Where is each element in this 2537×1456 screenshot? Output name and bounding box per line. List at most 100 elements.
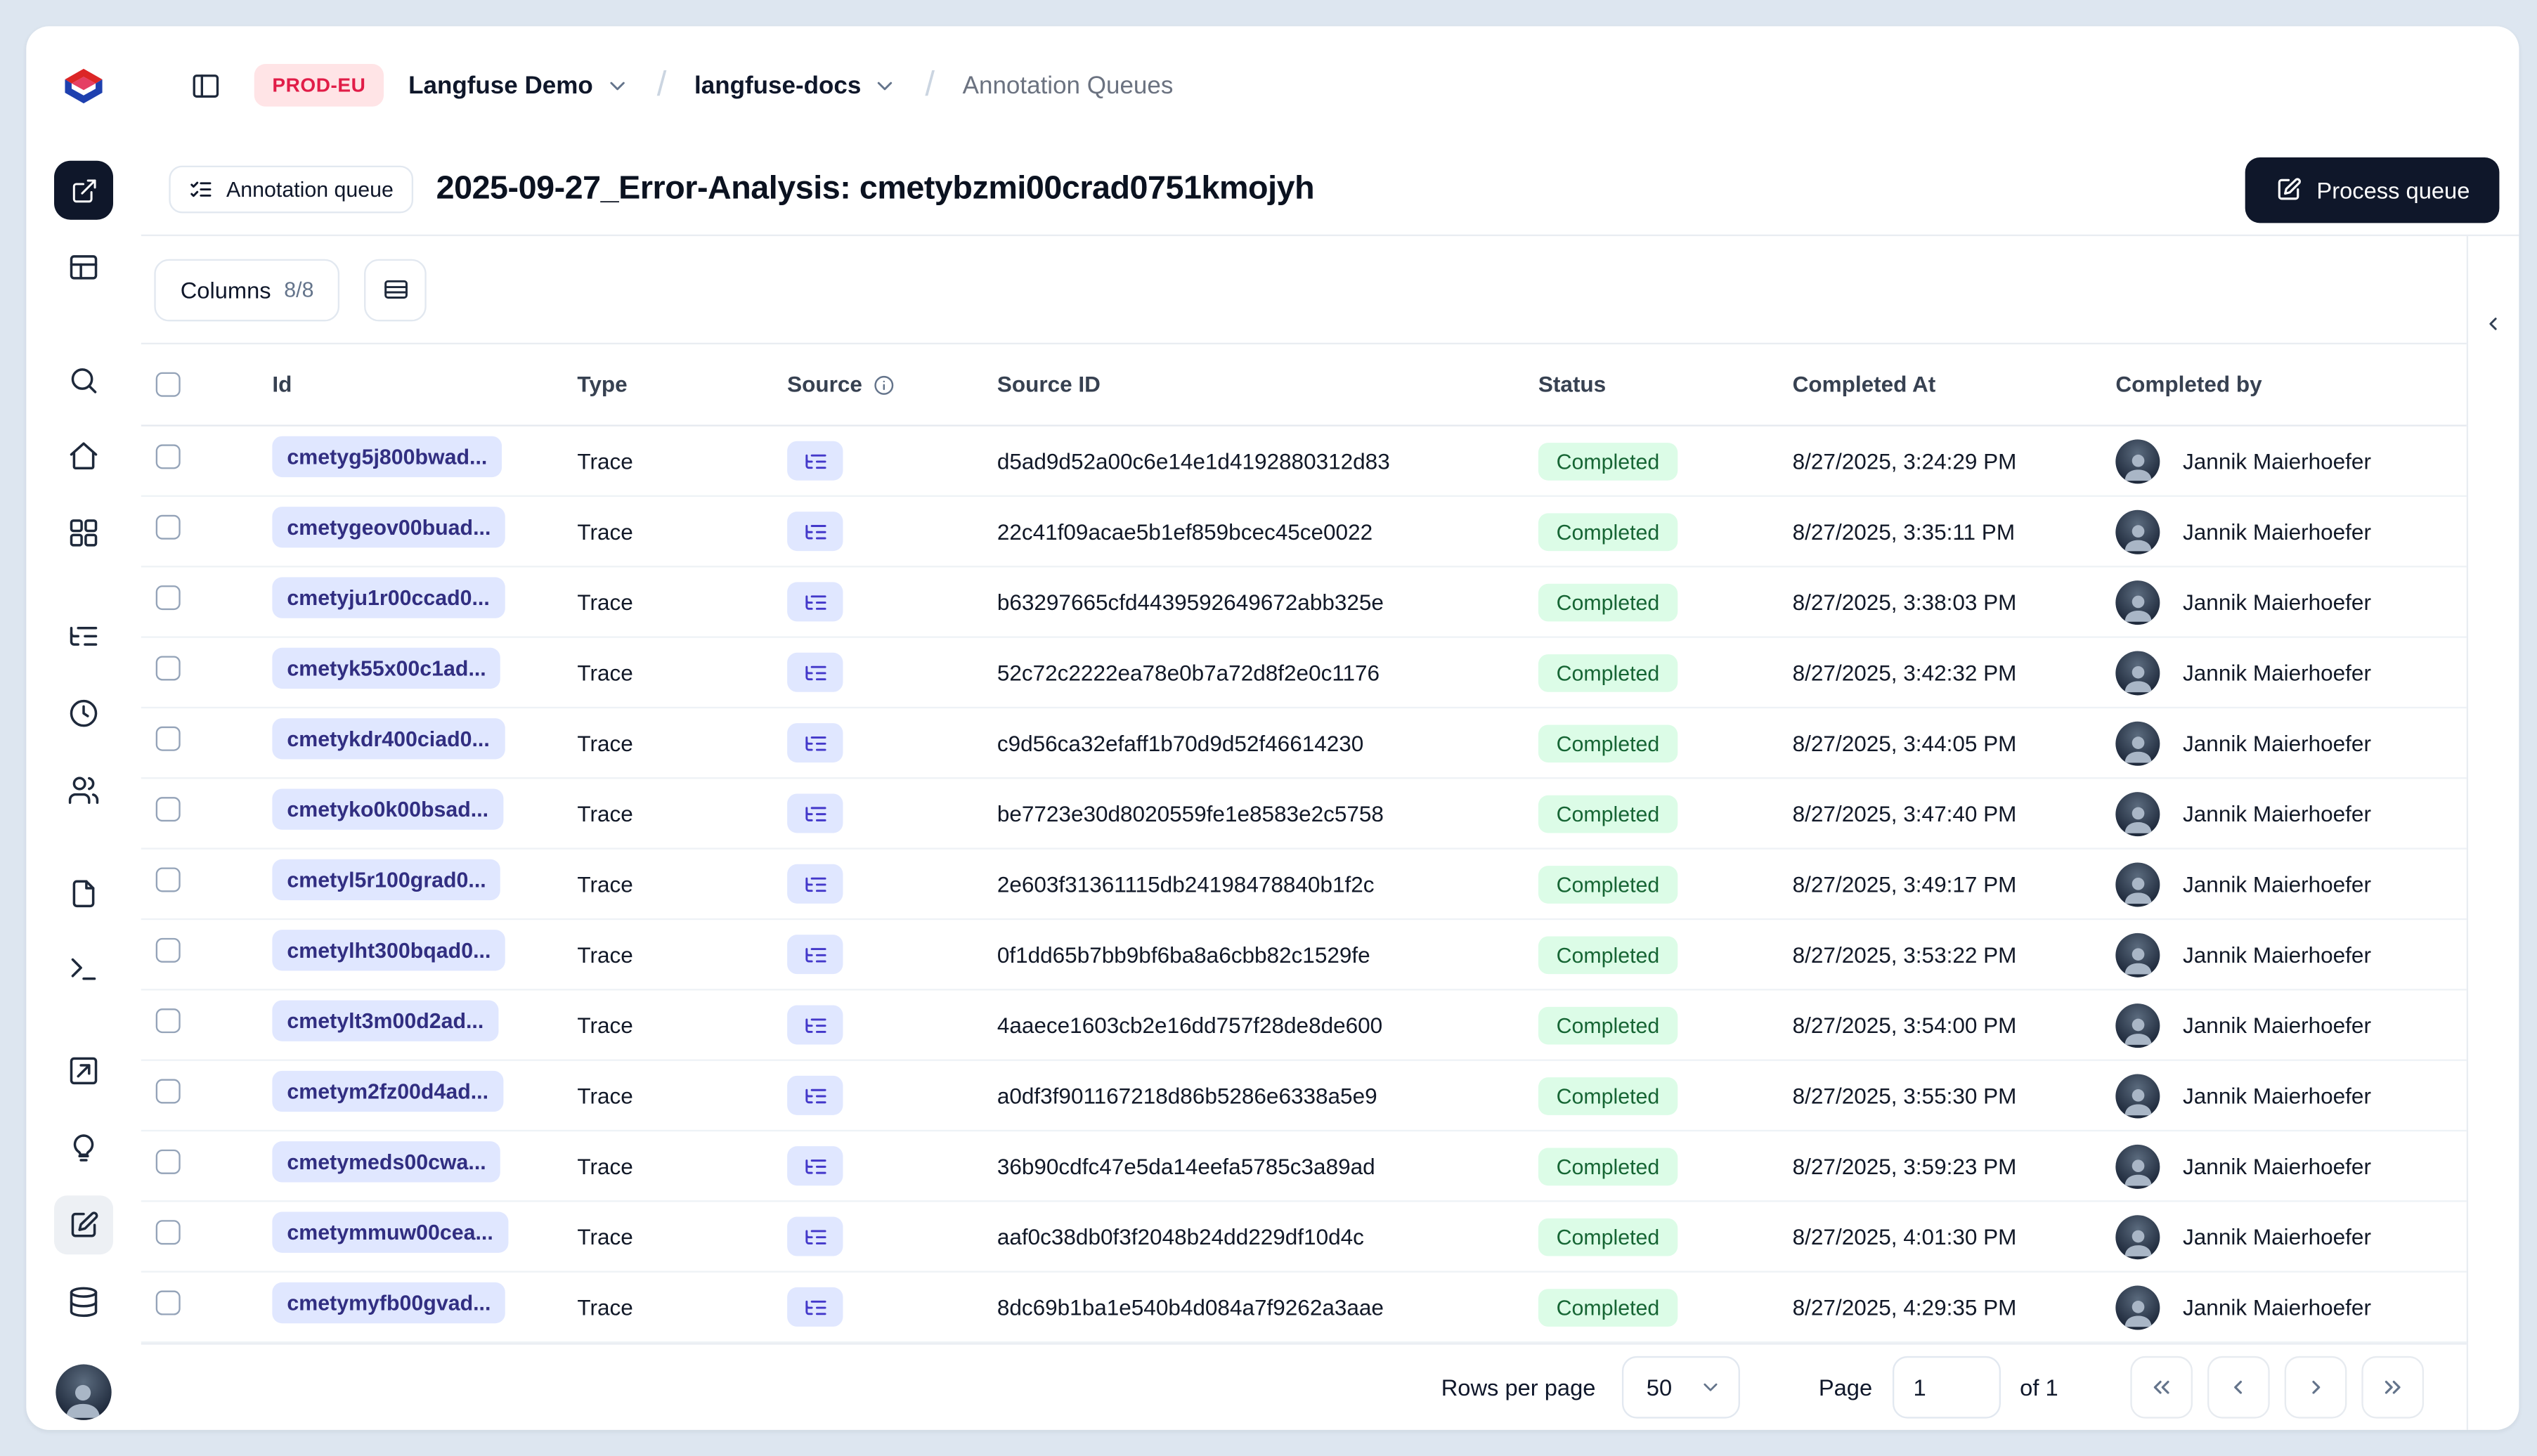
row-source-link[interactable] — [787, 1005, 843, 1045]
row-checkbox[interactable] — [155, 1220, 181, 1245]
sidebar-item-search[interactable] — [59, 356, 108, 405]
row-type: Trace — [577, 589, 633, 614]
row-source-link[interactable] — [787, 1216, 843, 1256]
col-header-type[interactable]: Type — [577, 372, 787, 397]
row-id-link[interactable]: cmetymmuw00cea... — [272, 1211, 508, 1253]
first-page-button[interactable] — [2130, 1356, 2193, 1419]
row-id-link[interactable]: cmetymeds00cwa... — [272, 1141, 501, 1183]
table-row[interactable]: cmetymeds00cwa... Trace 36b90cdfc47e5da1… — [141, 1131, 2467, 1202]
table-row[interactable]: cmetyg5j800bwad... Trace d5ad9d52a00c6e1… — [141, 427, 2467, 498]
select-all-checkbox[interactable] — [155, 372, 181, 397]
row-id-link[interactable]: cmetyl5r100grad0... — [272, 859, 501, 901]
row-checkbox[interactable] — [155, 585, 181, 611]
row-checkbox[interactable] — [155, 937, 181, 963]
expand-panel-button[interactable] — [2472, 301, 2515, 344]
row-checkbox[interactable] — [155, 1079, 181, 1104]
page-number-input[interactable] — [1892, 1356, 2001, 1419]
row-source-link[interactable] — [787, 793, 843, 833]
table-row[interactable]: cmetykdr400ciad0... Trace c9d56ca32efaff… — [141, 708, 2467, 779]
sidebar-item-tables[interactable] — [59, 242, 108, 292]
row-id-link[interactable]: cmetyk55x00c1ad... — [272, 647, 501, 689]
row-source-link[interactable] — [787, 864, 843, 904]
col-header-source-id[interactable]: Source ID — [997, 372, 1538, 397]
process-queue-button[interactable]: Process queue — [2244, 156, 2500, 223]
table-row[interactable]: cmetylt3m00d2ad... Trace 4aaece1603cb2e1… — [141, 990, 2467, 1061]
row-source-link[interactable] — [787, 1287, 843, 1327]
row-id-link[interactable]: cmetyg5j800bwad... — [272, 436, 502, 478]
sidebar-toggle-button[interactable] — [181, 60, 230, 110]
row-checkbox[interactable] — [155, 867, 181, 892]
row-source-link[interactable] — [787, 1146, 843, 1186]
row-source-link[interactable] — [787, 1075, 843, 1115]
row-source-cell — [787, 512, 997, 552]
sidebar-item-open-external[interactable] — [54, 160, 114, 220]
queue-type-chip[interactable]: Annotation queue — [169, 165, 413, 214]
row-source-link[interactable] — [787, 652, 843, 692]
row-id-link[interactable]: cmetymyfb00gvad... — [272, 1282, 506, 1324]
table-row[interactable]: cmetygeov00buad... Trace 22c41f09acae5b1… — [141, 497, 2467, 568]
org-selector[interactable]: Langfuse Demo — [408, 72, 629, 99]
project-selector[interactable]: langfuse-docs — [694, 72, 897, 99]
sidebar-item-playground[interactable] — [59, 944, 108, 994]
row-checkbox[interactable] — [155, 444, 181, 469]
table-row[interactable]: cmetymyfb00gvad... Trace 8dc69b1ba1e540b… — [141, 1273, 2467, 1344]
user-avatar[interactable] — [56, 1364, 112, 1420]
row-source-link[interactable] — [787, 512, 843, 552]
col-header-status[interactable]: Status — [1538, 372, 1793, 397]
row-source-link[interactable] — [787, 935, 843, 975]
row-checkbox[interactable] — [155, 1008, 181, 1034]
row-type: Trace — [577, 448, 633, 474]
previous-page-button[interactable] — [2207, 1356, 2270, 1419]
sidebar-item-prompts[interactable] — [59, 869, 108, 918]
next-page-button[interactable] — [2284, 1356, 2347, 1419]
row-checkbox[interactable] — [155, 656, 181, 681]
col-header-completed-at[interactable]: Completed At — [1793, 372, 2116, 397]
row-checkbox[interactable] — [155, 1290, 181, 1315]
sidebar-item-home[interactable] — [59, 431, 108, 481]
sidebar-item-evaluation[interactable] — [59, 1046, 108, 1096]
table-row[interactable]: cmetyl5r100grad0... Trace 2e603f31361115… — [141, 850, 2467, 921]
rows-icon — [384, 280, 408, 299]
row-source-link[interactable] — [787, 723, 843, 763]
row-checkbox[interactable] — [155, 797, 181, 822]
langfuse-logo[interactable] — [59, 60, 108, 110]
columns-button[interactable]: Columns 8/8 — [154, 258, 340, 321]
col-header-source[interactable]: Source — [787, 372, 997, 397]
row-id-link[interactable]: cmetym2fz00d4ad... — [272, 1070, 504, 1112]
columns-count: 8/8 — [284, 277, 314, 302]
sidebar-item-annotation-queues[interactable] — [54, 1195, 114, 1255]
row-id-link[interactable]: cmetylt3m00d2ad... — [272, 1000, 499, 1041]
page-label: Page — [1818, 1374, 1873, 1400]
row-completed-at: 8/27/2025, 3:49:17 PM — [1792, 871, 2017, 897]
page-title: 2025-09-27_Error-Analysis: cmetybzmi00cr… — [436, 170, 1315, 207]
row-id-link[interactable]: cmetylht300bqad0... — [272, 930, 506, 971]
row-checkbox[interactable] — [155, 1149, 181, 1174]
table-row[interactable]: cmetylht300bqad0... Trace 0f1dd65b7bb9bf… — [141, 920, 2467, 991]
sidebar-item-insights[interactable] — [59, 1124, 108, 1173]
last-page-button[interactable] — [2361, 1356, 2425, 1419]
rows-per-page-select[interactable]: 50 — [1621, 1356, 1740, 1419]
info-icon[interactable] — [872, 373, 895, 396]
sidebar-item-sessions[interactable] — [59, 689, 108, 738]
row-id-link[interactable]: cmetyju1r00ccad0... — [272, 577, 505, 618]
sidebar-item-datasets[interactable] — [59, 1278, 108, 1327]
sidebar-item-traces[interactable] — [59, 611, 108, 661]
row-id-link[interactable]: cmetyko0k00bsad... — [272, 788, 504, 830]
row-source-link[interactable] — [787, 582, 843, 622]
table-row[interactable]: cmetymmuw00cea... Trace aaf0c38db0f3f204… — [141, 1202, 2467, 1273]
sidebar-item-users[interactable] — [59, 766, 108, 815]
row-height-button[interactable] — [364, 258, 427, 321]
row-id-link[interactable]: cmetygeov00buad... — [272, 507, 506, 548]
row-user-avatar — [2115, 1073, 2160, 1118]
table-row[interactable]: cmetyko0k00bsad... Trace be7723e30d80205… — [141, 779, 2467, 850]
row-id-link[interactable]: cmetykdr400ciad0... — [272, 718, 505, 760]
row-checkbox[interactable] — [155, 514, 181, 540]
table-row[interactable]: cmetym2fz00d4ad... Trace a0df3f901167218… — [141, 1061, 2467, 1132]
table-row[interactable]: cmetyk55x00c1ad... Trace 52c72c2222ea78e… — [141, 638, 2467, 709]
col-header-completed-by[interactable]: Completed by — [2115, 372, 2466, 397]
row-checkbox[interactable] — [155, 726, 181, 751]
table-row[interactable]: cmetyju1r00ccad0... Trace b63297665cfd44… — [141, 567, 2467, 638]
sidebar-item-dashboards[interactable] — [59, 508, 108, 557]
col-header-id[interactable]: Id — [272, 372, 577, 397]
row-source-link[interactable] — [787, 441, 843, 481]
